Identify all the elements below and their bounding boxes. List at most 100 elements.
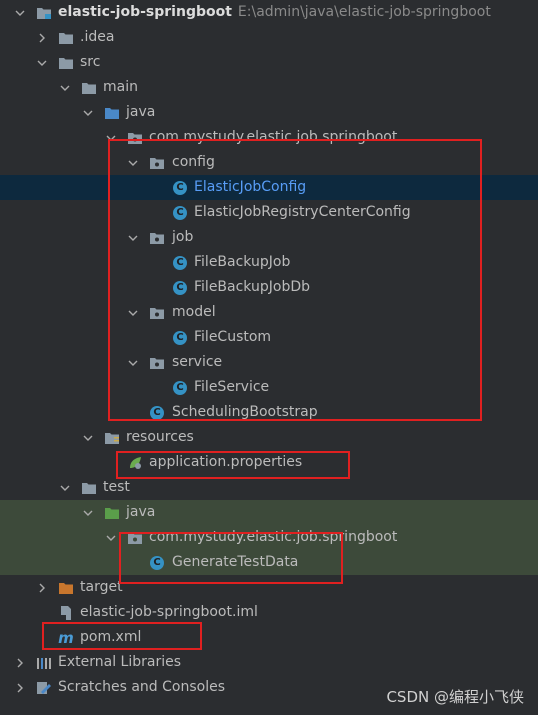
- elastic-job-config-label: ElasticJobConfig: [194, 179, 307, 195]
- tree-row-resources[interactable]: resources: [0, 425, 538, 450]
- file-service-label: FileService: [194, 379, 270, 395]
- tree-row-scheduling-bootstrap[interactable]: C SchedulingBootstrap: [0, 400, 538, 425]
- class-icon: C: [172, 255, 188, 271]
- test-label: test: [103, 479, 130, 495]
- iml-label: elastic-job-springboot.iml: [80, 604, 258, 620]
- scratches-icon: [36, 680, 52, 696]
- excluded-folder-icon: [58, 580, 74, 596]
- tree-row-java-test[interactable]: java: [0, 500, 538, 525]
- class-icon: C: [149, 555, 165, 571]
- chevron-down-icon[interactable]: [103, 525, 119, 550]
- tree-row-file-backup-job[interactable]: C FileBackupJob: [0, 250, 538, 275]
- tree-row-service[interactable]: service: [0, 350, 538, 375]
- tree-row-java-main[interactable]: java: [0, 100, 538, 125]
- chevron-down-icon[interactable]: [34, 50, 50, 75]
- target-label: target: [80, 579, 123, 595]
- tree-row-config[interactable]: config: [0, 150, 538, 175]
- elastic-job-registry-center-config-label: ElasticJobRegistryCenterConfig: [194, 204, 411, 220]
- folder-icon: [58, 30, 74, 46]
- root-path: E:\admin\java\elastic-job-springboot: [237, 4, 491, 20]
- spring-properties-icon: [127, 455, 143, 471]
- spring-boot-class-icon: C: [149, 405, 165, 421]
- chevron-down-icon[interactable]: [103, 125, 119, 150]
- package-main-label: com.mystudy.elastic.job.springboot: [149, 129, 398, 145]
- root-label: elastic-job-springboot E:\admin\java\elas…: [58, 4, 491, 20]
- chevron-down-icon[interactable]: [80, 500, 96, 525]
- chevron-right-icon[interactable]: [34, 25, 50, 50]
- tree-row-iml[interactable]: elastic-job-springboot.iml: [0, 600, 538, 625]
- tree-row-application-properties[interactable]: application.properties: [0, 450, 538, 475]
- module-folder-icon: [36, 5, 52, 21]
- chevron-down-icon[interactable]: [125, 225, 141, 250]
- scratches-label: Scratches and Consoles: [58, 679, 225, 695]
- job-label: job: [172, 229, 194, 245]
- file-backup-job-db-label: FileBackupJobDb: [194, 279, 310, 295]
- package-icon: [149, 305, 165, 321]
- chevron-down-icon[interactable]: [80, 425, 96, 450]
- tree-row-model[interactable]: model: [0, 300, 538, 325]
- package-icon: [149, 155, 165, 171]
- tree-row-elastic-job-registry-center-config[interactable]: C ElasticJobRegistryCenterConfig: [0, 200, 538, 225]
- main-label: main: [103, 79, 138, 95]
- class-icon: C: [172, 330, 188, 346]
- tree-row-file-custom[interactable]: C FileCustom: [0, 325, 538, 350]
- tree-row-test[interactable]: test: [0, 475, 538, 500]
- class-icon: C: [172, 280, 188, 296]
- tree-row-package-main[interactable]: com.mystudy.elastic.job.springboot: [0, 125, 538, 150]
- scheduling-bootstrap-label: SchedulingBootstrap: [172, 404, 318, 420]
- chevron-down-icon[interactable]: [57, 75, 73, 100]
- tree-row-external-libraries[interactable]: External Libraries: [0, 650, 538, 675]
- maven-icon: m: [58, 629, 74, 647]
- folder-icon: [81, 80, 97, 96]
- package-icon: [149, 230, 165, 246]
- package-test-label: com.mystudy.elastic.job.springboot: [149, 529, 398, 545]
- generate-test-data-label: GenerateTestData: [172, 554, 299, 570]
- tree-row-src[interactable]: src: [0, 50, 538, 75]
- chevron-right-icon[interactable]: [12, 675, 28, 700]
- test-source-folder-icon: [104, 505, 120, 521]
- chevron-right-icon[interactable]: [34, 575, 50, 600]
- file-custom-label: FileCustom: [194, 329, 272, 345]
- java-main-label: java: [126, 104, 156, 120]
- tree-row-package-test[interactable]: com.mystudy.elastic.job.springboot: [0, 525, 538, 550]
- tree-row-job[interactable]: job: [0, 225, 538, 250]
- config-label: config: [172, 154, 215, 170]
- chevron-down-icon[interactable]: [125, 300, 141, 325]
- chevron-right-icon[interactable]: [12, 650, 28, 675]
- application-properties-label: application.properties: [149, 454, 303, 470]
- model-label: model: [172, 304, 216, 320]
- chevron-down-icon[interactable]: [12, 0, 28, 25]
- file-backup-job-label: FileBackupJob: [194, 254, 291, 270]
- tree-row-main[interactable]: main: [0, 75, 538, 100]
- chevron-down-icon[interactable]: [57, 475, 73, 500]
- java-test-label: java: [126, 504, 156, 520]
- folder-icon: [81, 480, 97, 496]
- service-label: service: [172, 354, 223, 370]
- chevron-down-icon[interactable]: [125, 150, 141, 175]
- tree-row-pom[interactable]: m pom.xml: [0, 625, 538, 650]
- tree-row-generate-test-data[interactable]: C GenerateTestData: [0, 550, 538, 575]
- module-file-icon: [58, 605, 74, 621]
- class-icon: C: [172, 180, 188, 196]
- resources-label: resources: [126, 429, 194, 445]
- src-label: src: [80, 54, 101, 70]
- class-icon: C: [172, 380, 188, 396]
- idea-label: .idea: [80, 29, 115, 45]
- tree-row-elastic-job-config[interactable]: C ElasticJobConfig: [0, 175, 538, 200]
- chevron-down-icon[interactable]: [125, 350, 141, 375]
- source-folder-icon: [104, 105, 120, 121]
- libraries-icon: [36, 655, 52, 671]
- package-icon: [127, 530, 143, 546]
- package-icon: [127, 130, 143, 146]
- package-icon: [149, 355, 165, 371]
- folder-icon: [58, 55, 74, 71]
- chevron-down-icon[interactable]: [80, 100, 96, 125]
- tree-row-target[interactable]: target: [0, 575, 538, 600]
- watermark: CSDN @编程小飞侠: [386, 688, 524, 706]
- tree-row-file-service[interactable]: C FileService: [0, 375, 538, 400]
- tree-row-file-backup-job-db[interactable]: C FileBackupJobDb: [0, 275, 538, 300]
- external-libraries-label: External Libraries: [58, 654, 181, 670]
- pom-label: pom.xml: [80, 629, 142, 645]
- tree-row-root[interactable]: elastic-job-springboot E:\admin\java\elas…: [0, 0, 538, 25]
- tree-row-idea[interactable]: .idea: [0, 25, 538, 50]
